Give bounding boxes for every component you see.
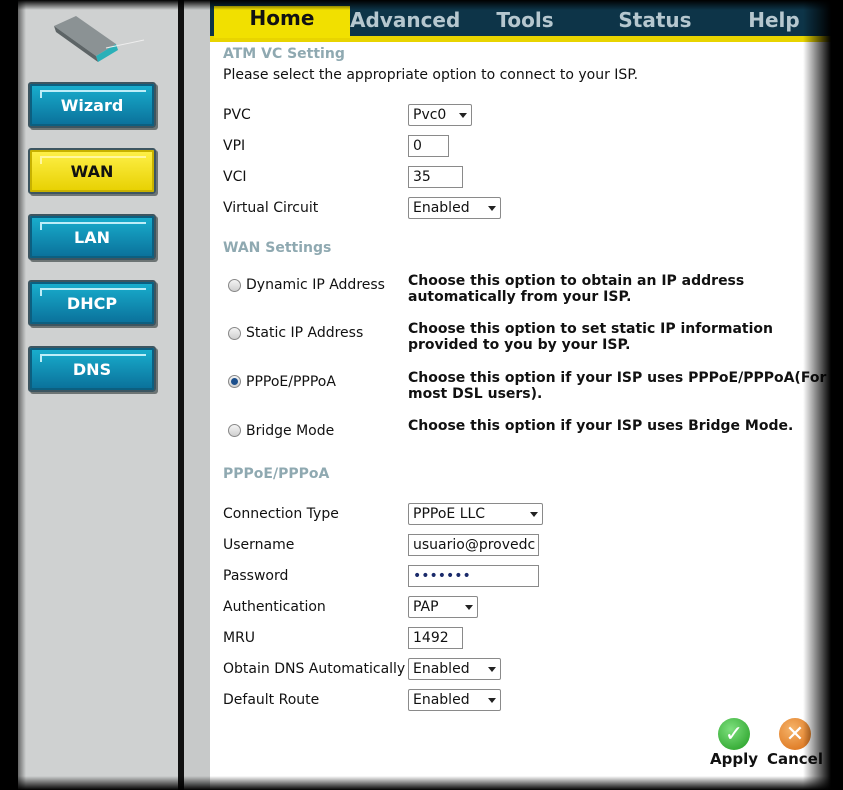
apply-button[interactable]: ✓ Apply — [706, 718, 762, 768]
sidebar-item-label: LAN — [74, 227, 110, 247]
static-ip-desc-line1: Choose this option to set static IP info… — [408, 321, 773, 337]
bridge-mode-radio[interactable] — [228, 424, 241, 437]
vignette-bottom — [0, 776, 843, 790]
obtain-dns-select[interactable]: Enabled — [408, 658, 501, 680]
tab-home[interactable]: Home — [214, 6, 350, 38]
dynamic-ip-desc-line2: automatically from your ISP. — [408, 289, 632, 305]
dynamic-ip-label[interactable]: Dynamic IP Address — [246, 277, 385, 293]
vci-input[interactable]: 35 — [408, 166, 463, 188]
pppoe-radio[interactable] — [228, 375, 241, 388]
sidebar-item-label: WAN — [70, 161, 114, 181]
username-input[interactable]: usuario@provedc — [408, 534, 539, 556]
authentication-label: Authentication — [223, 599, 326, 615]
pvc-select-value: Pvc0 — [413, 107, 447, 123]
obtain-dns-label: Obtain DNS Automatically — [223, 661, 406, 677]
sidebar-item-dhcp[interactable]: DHCP — [28, 280, 156, 326]
sidebar-item-label: DHCP — [66, 293, 118, 313]
pvc-select[interactable]: Pvc0 — [408, 104, 472, 126]
vignette-top — [0, 0, 843, 10]
pppoe-label[interactable]: PPPoE/PPPoA — [246, 374, 336, 390]
main-content — [210, 42, 843, 790]
static-ip-desc-line2: provided to you by your ISP. — [408, 337, 631, 353]
pvc-label: PVC — [223, 107, 251, 123]
mru-input[interactable]: 1492 — [408, 627, 463, 649]
dynamic-ip-desc-line1: Choose this option to obtain an IP addre… — [408, 273, 745, 289]
default-route-select[interactable]: Enabled — [408, 689, 501, 711]
password-label: Password — [223, 568, 289, 584]
checkmark-icon: ✓ — [718, 718, 750, 750]
sidebar-item-dns[interactable]: DNS — [28, 346, 156, 392]
chevron-down-icon — [459, 113, 467, 118]
username-label: Username — [223, 537, 295, 553]
authentication-select[interactable]: PAP — [408, 596, 478, 618]
pppoe-desc-line1: Choose this option if your ISP uses PPPo… — [408, 370, 827, 386]
tab-tools[interactable]: Tools — [480, 8, 570, 36]
pppoe-desc-line2: most DSL users). — [408, 386, 543, 402]
static-ip-label[interactable]: Static IP Address — [246, 325, 363, 341]
virtual-circuit-value: Enabled — [413, 200, 470, 216]
connection-type-select[interactable]: PPPoE LLC — [408, 503, 543, 525]
chevron-down-icon — [465, 605, 473, 610]
dynamic-ip-radio[interactable] — [228, 279, 241, 292]
sidebar-item-wan[interactable]: WAN — [28, 148, 156, 194]
vpi-input[interactable]: 0 — [408, 135, 449, 157]
mru-label: MRU — [223, 630, 256, 646]
connection-type-label: Connection Type — [223, 506, 339, 522]
tab-advanced[interactable]: Advanced — [350, 8, 460, 36]
default-route-value: Enabled — [413, 692, 470, 708]
pppoe-section-title: PPPoE/PPPoA — [223, 466, 330, 482]
tab-help[interactable]: Help — [736, 8, 812, 36]
sidebar-item-wizard[interactable]: Wizard — [28, 82, 156, 128]
bridge-mode-label[interactable]: Bridge Mode — [246, 423, 334, 439]
password-input[interactable]: ••••••• — [408, 565, 539, 587]
atm-section-title: ATM VC Setting — [223, 46, 345, 62]
chevron-down-icon — [488, 206, 496, 211]
default-route-label: Default Route — [223, 692, 320, 708]
sidebar-item-lan[interactable]: LAN — [28, 214, 156, 260]
vignette-left — [0, 0, 26, 790]
vignette-right — [803, 0, 843, 790]
router-logo-icon — [54, 16, 145, 62]
chevron-down-icon — [488, 698, 496, 703]
virtual-circuit-select[interactable]: Enabled — [408, 197, 501, 219]
chevron-down-icon — [488, 667, 496, 672]
vpi-label: VPI — [223, 138, 246, 154]
wan-section-title: WAN Settings — [223, 240, 332, 256]
vci-label: VCI — [223, 169, 247, 185]
apply-label: Apply — [709, 750, 758, 768]
bridge-mode-desc: Choose this option if your ISP uses Brid… — [408, 418, 794, 434]
authentication-value: PAP — [413, 599, 439, 615]
obtain-dns-value: Enabled — [413, 661, 470, 677]
sidebar-item-label: Wizard — [60, 95, 124, 115]
chevron-down-icon — [530, 512, 538, 517]
tab-status[interactable]: Status — [608, 8, 702, 36]
static-ip-radio[interactable] — [228, 327, 241, 340]
router-admin-window: Wizard WAN LAN DHCP DNS Home Advanced To… — [0, 0, 843, 790]
sidebar-item-label: DNS — [72, 359, 112, 379]
sidebar-gutter — [184, 0, 210, 790]
atm-instruction: Please select the appropriate option to … — [223, 67, 639, 83]
connection-type-value: PPPoE LLC — [413, 506, 486, 522]
virtual-circuit-label: Virtual Circuit — [223, 200, 319, 216]
